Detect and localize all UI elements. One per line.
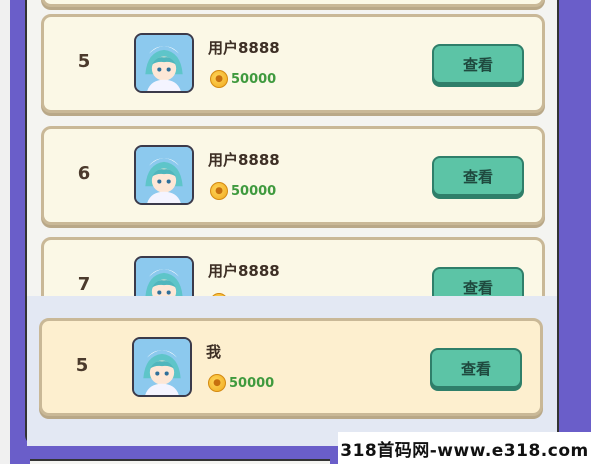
avatar xyxy=(134,145,194,205)
view-button[interactable]: 查看 xyxy=(432,156,524,196)
view-button[interactable]: 查看 xyxy=(432,267,524,296)
player-name: 用户8888 xyxy=(208,39,280,57)
rank-number: 7 xyxy=(77,274,91,295)
avatar xyxy=(134,256,194,296)
right-edge xyxy=(572,0,591,464)
score-value: 50000 xyxy=(231,183,277,199)
my-score-value: 50000 xyxy=(229,375,275,391)
my-rank-section: 5 我 ● 50000 查看 xyxy=(27,296,557,446)
next-panel-edge xyxy=(30,459,330,464)
rank-number: 5 xyxy=(77,51,91,72)
list-item[interactable] xyxy=(41,0,545,7)
coin-icon: ● xyxy=(210,182,228,200)
left-edge xyxy=(0,0,10,464)
avatar-image xyxy=(136,258,192,296)
coin-icon: ● xyxy=(208,374,226,392)
view-button[interactable]: 查看 xyxy=(432,44,524,84)
my-avatar xyxy=(132,337,192,397)
player-name: 用户8888 xyxy=(208,151,280,169)
leaderboard-list[interactable]: 5 用户8888 ● 50000 查看 6 用户8888 ● 50000 查看 … xyxy=(30,0,552,296)
avatar-image xyxy=(136,147,192,203)
list-item[interactable]: 5 用户8888 ● 50000 查看 xyxy=(41,14,545,113)
score-row: ● 50000 xyxy=(210,70,276,88)
avatar-image xyxy=(136,35,192,91)
list-item[interactable]: 6 用户8888 ● 50000 查看 xyxy=(41,126,545,225)
score-row: ● 50000 xyxy=(210,182,276,200)
my-view-button[interactable]: 查看 xyxy=(430,348,522,388)
avatar-image xyxy=(134,339,190,395)
list-item[interactable]: 7 用户8888 ● 查看 xyxy=(41,237,545,296)
player-name: 用户8888 xyxy=(208,262,280,280)
score-value: 50000 xyxy=(231,71,277,87)
rank-number: 6 xyxy=(77,163,91,184)
coin-icon: ● xyxy=(210,70,228,88)
watermark: 318首码网-www.e318.com xyxy=(338,432,591,464)
my-rank-card[interactable]: 5 我 ● 50000 查看 xyxy=(39,318,543,416)
avatar xyxy=(134,33,194,93)
my-name: 我 xyxy=(206,343,222,361)
my-rank-number: 5 xyxy=(75,355,89,376)
my-score-row: ● 50000 xyxy=(208,374,274,392)
